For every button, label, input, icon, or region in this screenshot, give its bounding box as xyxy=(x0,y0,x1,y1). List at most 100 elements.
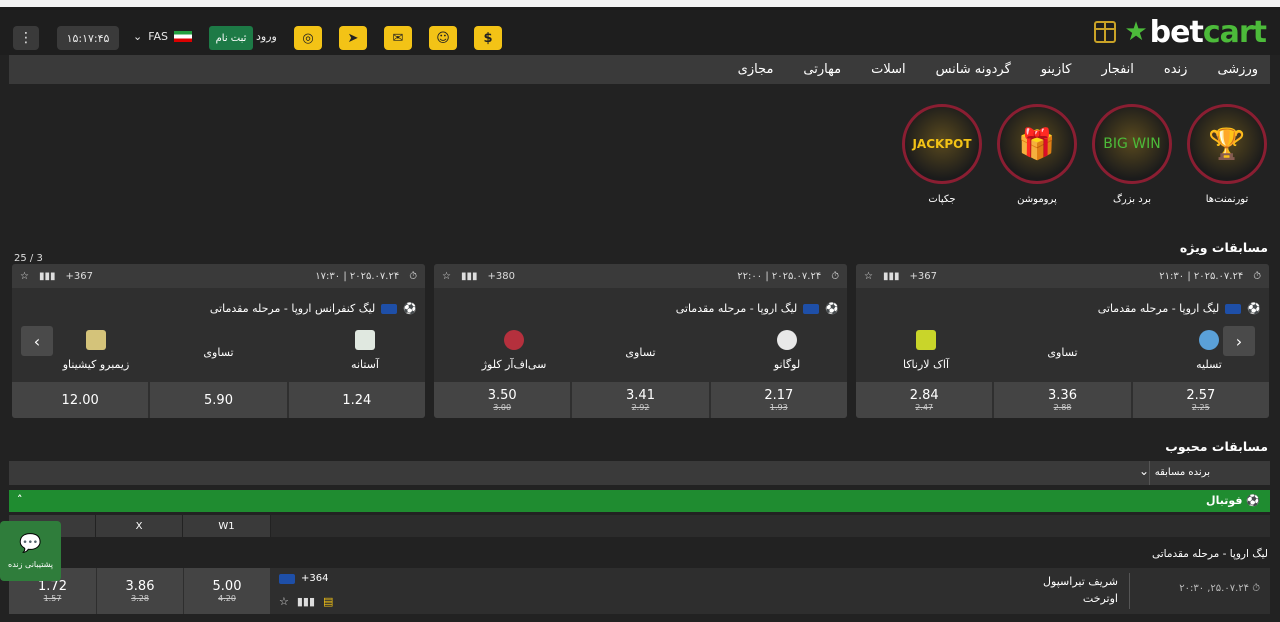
odd-home[interactable]: 2.17 1.93 xyxy=(710,382,847,418)
featured-card[interactable]: ☆ ▮▮▮ +380 ۲۲:۰۰ | ۲۰۲۵.۰۷.۲۴ ⏱ لیگ اروپ… xyxy=(434,264,847,418)
register-button[interactable]: ثبت نام xyxy=(209,26,253,50)
clock-icon: ⏱ xyxy=(1253,270,1261,282)
iran-flag-icon xyxy=(174,31,193,42)
clock-icon: ⏱ xyxy=(831,270,839,282)
clock: ۱۵:۱۷:۴۵ xyxy=(57,26,119,50)
more-menu-icon[interactable]: ⋮ xyxy=(13,26,39,50)
star-icon[interactable]: ☆ xyxy=(20,271,29,282)
mail-icon[interactable]: ✉ xyxy=(384,26,412,50)
odd-w1[interactable]: 5.00 4.20 xyxy=(184,568,270,614)
market-select-value: برنده مسابقه xyxy=(1154,467,1210,478)
nav-item-skill[interactable]: مهارتی xyxy=(803,62,841,77)
prev-arrow-icon[interactable]: ‹ xyxy=(21,326,53,356)
gift-icon: 🎁 xyxy=(997,104,1077,184)
chat-icon: 💬 xyxy=(19,533,42,554)
bet-builder-icon[interactable]: ▤ xyxy=(323,595,333,608)
draw-label: تساوی xyxy=(203,346,234,359)
col-w1: W1 xyxy=(183,515,271,537)
nav-item-virtual[interactable]: مجازی xyxy=(738,62,774,77)
football-icon: ⚽ xyxy=(1247,302,1261,315)
stats-icon[interactable]: ▮▮▮ xyxy=(461,271,478,282)
nav-item-casino[interactable]: کازینو xyxy=(1041,62,1072,77)
markets-count[interactable]: +364 xyxy=(301,573,328,584)
user-badge-icon[interactable]: ☺ xyxy=(429,26,457,50)
match-row[interactable]: ۲۰:۳۰ ,۲۵.۰۷.۲۴ ⏱ شریف تیراسپول اوترخت +… xyxy=(9,568,1270,614)
league-name: لیگ اروپا - مرحله مقدماتی ⚽ xyxy=(1097,302,1261,315)
odds-row: 2.84 2.47 3.36 2.88 2.57 2.25 xyxy=(856,382,1269,418)
market-select[interactable]: برنده مسابقه ⌄ xyxy=(9,461,1270,485)
star-icon[interactable]: ☆ xyxy=(864,271,873,282)
odd-draw[interactable]: 5.90 xyxy=(150,382,287,418)
league-name: لیگ اروپا - مرحله مقدماتی xyxy=(1151,548,1268,560)
col-x: X xyxy=(96,515,183,537)
odd-away[interactable]: 3.50 3.00 xyxy=(434,382,571,418)
odd-home[interactable]: 1.24 xyxy=(288,382,425,418)
header: ★ betcart $ ☺ ✉ ➤ ◎ ورود ثبت نام ⌄ FAS ۱… xyxy=(0,7,1280,55)
markets-info[interactable]: +364 xyxy=(279,573,328,584)
eu-flag-icon xyxy=(279,573,295,584)
stats-icon[interactable]: ▮▮▮ xyxy=(39,271,56,282)
markets-count[interactable]: +380 xyxy=(487,271,514,282)
datetime: ۲۱:۳۰ | ۲۰۲۵.۰۷.۲۴ xyxy=(1159,270,1244,282)
live-support-button[interactable]: 💬 پشتیبانی زنده xyxy=(0,521,61,581)
divider xyxy=(1149,461,1150,485)
odds-row: 12.00 5.90 1.24 xyxy=(12,382,425,418)
big-win-icon: BIG WIN xyxy=(1092,104,1172,184)
logo[interactable]: ★ betcart xyxy=(1094,14,1267,50)
odd-away[interactable]: 12.00 xyxy=(12,382,149,418)
chevron-down-icon: ⌄ xyxy=(1139,464,1150,478)
login-button[interactable]: ورود xyxy=(256,30,277,43)
category-promotion[interactable]: 🎁 پروموشن xyxy=(997,104,1077,205)
odd-draw[interactable]: 3.36 2.88 xyxy=(994,382,1131,418)
markets-count[interactable]: +367 xyxy=(909,271,936,282)
football-icon: ⚽ xyxy=(825,302,839,315)
sport-header-football[interactable]: فوتبال ⚽ ˄ xyxy=(9,490,1270,512)
card-header: ☆ ▮▮▮ +380 ۲۲:۰۰ | ۲۰۲۵.۰۷.۲۴ ⏱ xyxy=(434,264,847,288)
star-icon[interactable]: ☆ xyxy=(279,595,289,608)
stats-icon[interactable]: ▮▮▮ xyxy=(883,271,900,282)
language-selector[interactable]: ⌄ FAS xyxy=(133,30,193,43)
draw-label: تساوی xyxy=(1047,346,1078,359)
nav-item-crash[interactable]: انفجار xyxy=(1101,62,1133,77)
odd-home[interactable]: 2.57 2.25 xyxy=(1132,382,1269,418)
featured-card[interactable]: ☆ ▮▮▮ +367 ۲۱:۳۰ | ۲۰۲۵.۰۷.۲۴ ⏱ لیگ اروپ… xyxy=(856,264,1269,418)
jackpot-icon: JACKPOT xyxy=(902,104,982,184)
nav-item-sports[interactable]: ورزشی xyxy=(1217,62,1258,77)
odd-x[interactable]: 3.86 3.28 xyxy=(97,568,183,614)
eu-flag-icon xyxy=(803,303,820,314)
eu-flag-icon xyxy=(1225,303,1242,314)
nav-item-slots[interactable]: اسلات xyxy=(871,62,906,77)
markets-count[interactable]: +367 xyxy=(65,271,92,282)
featured-card[interactable]: ☆ ▮▮▮ +367 ۱۷:۳۰ | ۲۰۲۵.۰۷.۲۴ ⏱ لیگ کنفر… xyxy=(12,264,425,418)
chevron-down-icon: ⌄ xyxy=(133,30,143,43)
nav-item-wheel[interactable]: گردونه شانس xyxy=(936,62,1011,77)
slide-counter: 25 / 3 xyxy=(14,253,43,264)
trophy-icon: 🏆 xyxy=(1187,104,1267,184)
gift-icon[interactable] xyxy=(1094,21,1117,43)
category-jackpot[interactable]: JACKPOT جکپات xyxy=(902,104,982,205)
coin-icon[interactable]: $ xyxy=(474,26,502,50)
odd-away[interactable]: 2.84 2.47 xyxy=(856,382,993,418)
home-team: شریف تیراسپول xyxy=(1043,575,1118,588)
category-big-win[interactable]: BIG WIN برد بزرگ xyxy=(1092,104,1172,205)
odds-row: 3.50 3.00 3.41 2.92 2.17 1.93 xyxy=(434,382,847,418)
odd-draw[interactable]: 3.41 2.92 xyxy=(572,382,709,418)
football-icon: ⚽ xyxy=(403,302,417,315)
star-logo-icon: ★ xyxy=(1124,17,1148,47)
divider xyxy=(1129,573,1130,609)
category-tournaments[interactable]: 🏆 تورنمنت‌ها xyxy=(1187,104,1267,205)
stats-icon[interactable]: ▮▮▮ xyxy=(297,595,315,608)
nav-item-live[interactable]: زنده xyxy=(1164,62,1188,77)
main-nav: ورزشی زنده انفجار کازینو گردونه شانس اسل… xyxy=(9,55,1270,84)
telegram-icon[interactable]: ➤ xyxy=(339,26,367,50)
match-actions: ☆ ▮▮▮ ▤ xyxy=(279,595,333,608)
card-header: ☆ ▮▮▮ +367 ۱۷:۳۰ | ۲۰۲۵.۰۷.۲۴ ⏱ xyxy=(12,264,425,288)
league-name: لیگ اروپا - مرحله مقدماتی ⚽ xyxy=(675,302,839,315)
logo-text: betcart xyxy=(1149,14,1267,50)
star-icon[interactable]: ☆ xyxy=(442,271,451,282)
instagram-icon[interactable]: ◎ xyxy=(294,26,322,50)
datetime: ۱۷:۳۰ | ۲۰۲۵.۰۷.۲۴ xyxy=(315,270,400,282)
chevron-up-icon[interactable]: ˄ xyxy=(17,493,23,506)
next-arrow-icon[interactable]: › xyxy=(1223,326,1255,356)
away-team: اوترخت xyxy=(1082,592,1118,605)
